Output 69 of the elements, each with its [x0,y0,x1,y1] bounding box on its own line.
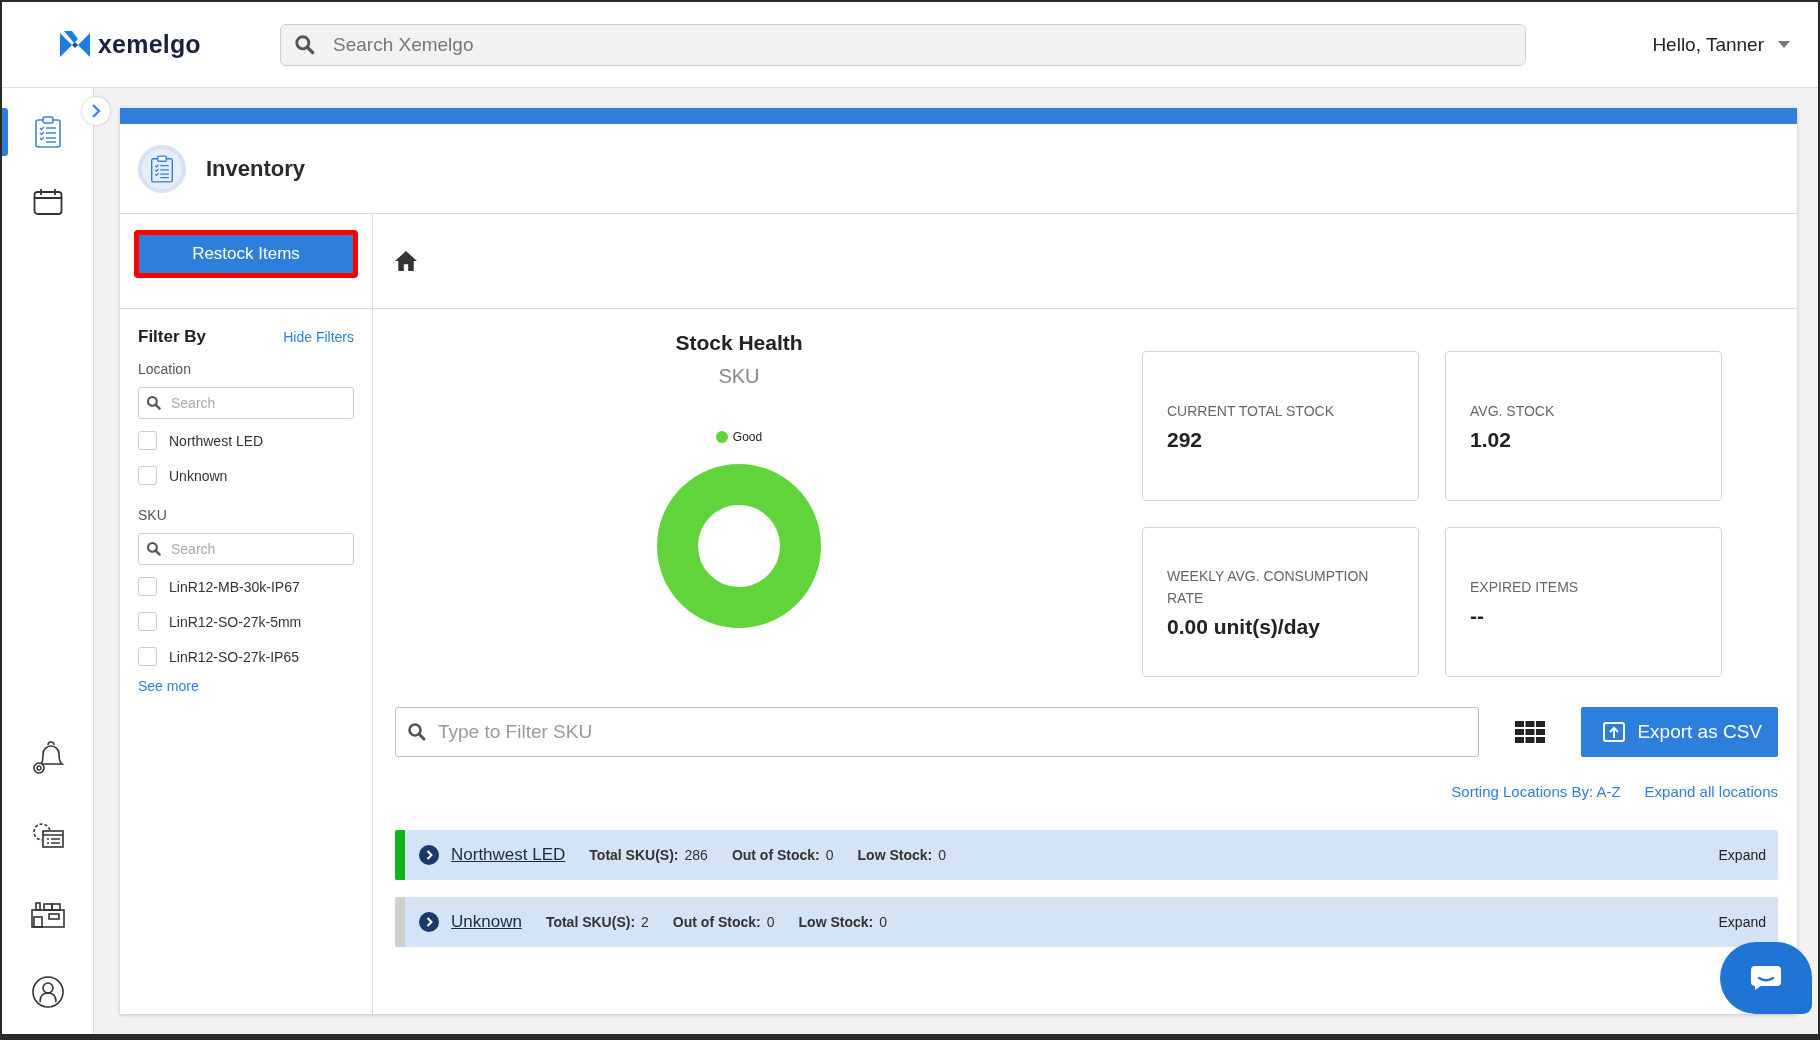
filter-group-label: Location [138,361,192,377]
stat-label: WEEKLY AVG. CONSUMPTION RATE [1167,567,1370,608]
search-field[interactable]: Search [138,533,354,565]
chevron-icon[interactable] [419,912,439,932]
filter-title: Filter By [138,327,207,347]
restock-button[interactable]: Restock Items [139,235,353,273]
factory-icon[interactable] [30,900,65,928]
checkbox-label: Unknown [169,467,228,484]
caret-icon[interactable] [1778,41,1790,48]
location-stat: Out of Stock: 0 [672,914,775,930]
location-link[interactable]: Unknown [451,912,522,932]
location-row[interactable]: Unknown Total SKU(S): 2 Out of Stock: 0 Low Stock: 0 Expand [395,897,1778,947]
location-stat: Low Stock: 0 [798,914,887,930]
sku-filter-field[interactable]: Type to Filter SKU [395,707,1480,757]
checkbox[interactable] [138,612,157,631]
chat-icon [1751,966,1781,990]
checkbox-label: LinR12-MB-30k-IP67 [169,578,300,595]
expand-link[interactable]: Expand [1718,847,1766,863]
calendar-icon[interactable] [32,188,63,216]
chart-subtitle: SKU [718,365,760,388]
filter-group-label: SKU [138,507,168,523]
gear-list-icon[interactable] [30,821,65,851]
user-menu[interactable]: Hello, Tanner [1652,33,1764,56]
chart-title: Stock Health [675,331,803,355]
expand-link[interactable]: Expand [1718,914,1766,930]
see-more-link[interactable]: See more [138,678,199,694]
checkbox[interactable] [138,466,157,485]
stat-label: AVG. STOCK [1470,402,1556,421]
logo-text: xemelgo [98,30,201,59]
location-stat: Total SKU(S): 286 [589,847,708,863]
chevron-icon[interactable] [419,845,439,865]
legend-label: Good [732,430,763,444]
search-field[interactable]: Search Xemelgo [280,23,1526,66]
expand-all-link[interactable]: Expand all locations [1644,783,1778,800]
checkbox[interactable] [138,647,157,666]
location-row[interactable]: Northwest LED Total SKU(S): 286 Out of Stock: 0 Low Stock: 0 Expand [395,830,1778,880]
export-button[interactable]: Export as CSV [1581,707,1778,757]
logo-icon [60,30,90,59]
location-stat: Out of Stock: 0 [731,847,834,863]
clipboard-icon[interactable] [33,115,62,149]
checkbox[interactable] [138,431,157,450]
search-icon [146,395,162,411]
stat-value: -- [1470,604,1485,628]
location-stat: Low Stock: 0 [857,847,947,863]
search-icon [407,722,427,742]
stat-label: CURRENT TOTAL STOCK [1167,402,1335,421]
stat-label: EXPIRED ITEMS [1470,578,1580,597]
checkbox-label: LinR12-SO-27k-5mm [169,613,302,630]
stat-value: 0.00 unit(s)/day [1167,615,1321,639]
chevron-icon [91,104,101,118]
sort-link[interactable]: Sorting Locations By: A-Z [1451,783,1621,800]
export-icon [1603,722,1626,742]
grid-view-icon[interactable] [1515,721,1546,743]
user-icon[interactable] [30,975,65,1009]
clipboard-icon [138,144,186,193]
location-link[interactable]: Northwest LED [451,845,566,865]
search-field[interactable]: Search [138,387,354,419]
home-icon[interactable] [395,251,417,271]
search-icon [294,33,316,56]
stat-value: 1.02 [1470,428,1512,452]
stat-value: 292 [1167,428,1204,452]
bell-gear-icon[interactable] [30,740,65,776]
location-stat: Total SKU(S): 2 [545,914,649,930]
checkbox[interactable] [138,577,157,596]
search-icon [146,541,162,557]
page-title: Inventory [206,155,306,182]
checkbox-label: Northwest LED [169,432,264,449]
hide-filters-link[interactable]: Hide Filters [283,329,354,345]
checkbox-label: LinR12-SO-27k-IP65 [169,648,299,665]
